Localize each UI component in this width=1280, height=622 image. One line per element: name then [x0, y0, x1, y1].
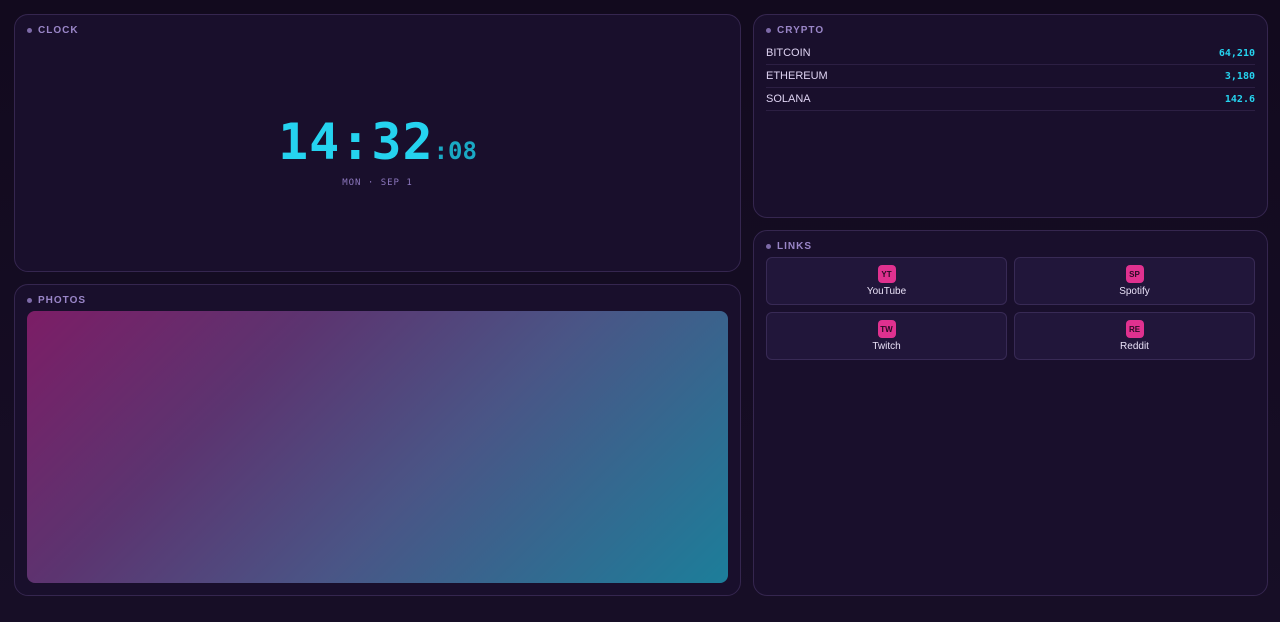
crypto-price: 142.6 — [1224, 93, 1255, 105]
links-panel: LINKS YT YouTube SP Spotify TW Twitch RE… — [753, 230, 1268, 596]
crypto-panel: CRYPTO BITCOIN 64,210 ETHEREUM 3,180 SOL… — [753, 14, 1268, 218]
crypto-price: 64,210 — [1218, 47, 1255, 59]
crypto-name: SOLANA — [766, 93, 811, 105]
crypto-row-bitcoin: BITCOIN 64,210 — [766, 42, 1255, 65]
links-panel-title: LINKS — [777, 241, 812, 252]
clock-date: MON · SEP 1 — [342, 178, 413, 188]
clock-panel-title: CLOCK — [38, 25, 79, 36]
crypto-name: ETHEREUM — [766, 70, 828, 82]
clock-panel: CLOCK 14:32:08 MON · SEP 1 — [14, 14, 741, 272]
photos-panel-header: PHOTOS — [27, 295, 86, 306]
photo-display[interactable] — [27, 311, 728, 583]
reddit-icon: RE — [1125, 320, 1144, 338]
clock-time: 14:32 — [278, 113, 434, 171]
dot-icon — [27, 298, 32, 303]
photos-panel: PHOTOS — [14, 284, 741, 596]
crypto-row-ethereum: ETHEREUM 3,180 — [766, 65, 1255, 88]
link-tile-youtube[interactable]: YT YouTube — [766, 257, 1007, 305]
crypto-price: 3,180 — [1224, 70, 1255, 82]
link-tile-spotify[interactable]: SP Spotify — [1014, 257, 1255, 305]
link-label: Spotify — [1119, 286, 1150, 297]
dot-icon — [766, 244, 771, 249]
dashboard: CLOCK 14:32:08 MON · SEP 1 PHOTOS CRYPTO… — [0, 0, 1280, 622]
link-label: Reddit — [1120, 341, 1149, 352]
links-grid: YT YouTube SP Spotify TW Twitch RE Reddi… — [766, 257, 1255, 360]
crypto-panel-header: CRYPTO — [766, 25, 824, 36]
twitch-icon: TW — [877, 320, 896, 338]
spotify-icon: SP — [1125, 265, 1144, 283]
crypto-panel-title: CRYPTO — [777, 25, 825, 36]
crypto-list: BITCOIN 64,210 ETHEREUM 3,180 SOLANA 142… — [766, 42, 1255, 111]
photos-panel-title: PHOTOS — [38, 295, 87, 306]
links-panel-header: LINKS — [766, 241, 812, 252]
link-label: Twitch — [872, 341, 901, 352]
clock-display: 14:32:08 — [15, 113, 740, 171]
dot-icon — [766, 28, 771, 33]
link-tile-twitch[interactable]: TW Twitch — [766, 312, 1007, 360]
clock-panel-header: CLOCK — [27, 25, 79, 36]
link-label: YouTube — [866, 286, 907, 297]
clock-seconds: :08 — [433, 137, 477, 165]
crypto-row-solana: SOLANA 142.6 — [766, 88, 1255, 111]
crypto-name: BITCOIN — [766, 47, 811, 59]
dot-icon — [27, 28, 32, 33]
link-tile-reddit[interactable]: RE Reddit — [1014, 312, 1255, 360]
youtube-icon: YT — [877, 265, 896, 283]
